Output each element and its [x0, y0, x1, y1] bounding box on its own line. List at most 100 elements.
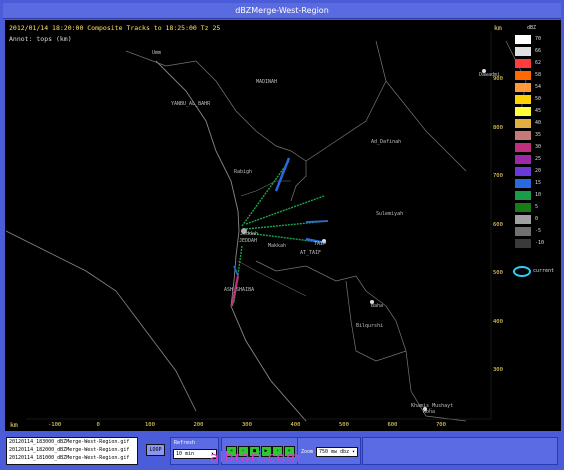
y-axis-label: 600 — [493, 221, 503, 228]
place-label: Abha — [423, 409, 436, 415]
legend-value: 15 — [535, 180, 542, 186]
legend-row: 40 — [513, 119, 551, 128]
legend-value: -5 — [535, 228, 542, 234]
legend-current-label: current — [533, 268, 555, 274]
place-label: Baha — [371, 303, 384, 309]
legend-value: 20 — [535, 168, 542, 174]
legend-row: 66 — [513, 47, 551, 56]
storm-track — [274, 157, 291, 192]
legend-swatch — [515, 167, 531, 176]
legend-row: 35 — [513, 131, 551, 140]
y-axis-label: 700 — [493, 173, 503, 179]
file-item[interactable]: 20120114_182000_dBZMerge-West-Region.gif — [7, 446, 137, 454]
window-title: dBZMerge-West-Region — [3, 3, 561, 19]
zoom-select[interactable]: 750 mw dbz ▾ — [316, 447, 358, 457]
y-axis-label: 800 — [493, 124, 503, 131]
x-axis-label: 600 — [387, 422, 398, 428]
legend-row: -5 — [513, 227, 551, 236]
place-label: JEDDAH — [239, 238, 258, 244]
legend-swatch — [515, 59, 531, 68]
legend-row: 58 — [513, 71, 551, 80]
legend-value: 10 — [535, 192, 542, 198]
x-axis-label: 300 — [242, 422, 252, 428]
legend-unit: dBZ — [527, 25, 537, 31]
file-item[interactable]: 20120114_181000_dBZMerge-West-Region.gif — [7, 454, 137, 462]
place-label: Ad_Dafinah — [371, 139, 402, 145]
place-label: Rabigh — [234, 169, 253, 175]
legend-row: 70 — [513, 35, 551, 44]
region-border — [385, 80, 467, 172]
legend-row: 50 — [513, 95, 551, 104]
chevron-down-icon: ▾ — [351, 449, 355, 455]
legend-row: 54 — [513, 83, 551, 92]
x-axis-label: 0 — [96, 422, 100, 428]
legend-swatch — [515, 35, 531, 44]
file-list[interactable]: 20120114_183000_dBZMerge-West-Region.gif… — [6, 437, 138, 465]
legend-row: 15 — [513, 179, 551, 188]
legend-row: 0 — [513, 215, 551, 224]
legend-row: 45 — [513, 107, 551, 116]
legend-value: 62 — [535, 60, 542, 66]
radar-map[interactable] — [6, 21, 560, 431]
dbz-legend: dBZ 70 66 62 58 54 50 45 40 35 30 25 20 15 10 5 0 -5 -10 … — [513, 25, 555, 286]
place-label: ASH_SHAIBA — [224, 287, 255, 293]
radar-map-panel[interactable]: 2012/01/14 18:20:00 Composite Tracks to … — [5, 20, 561, 432]
coastline-west — [6, 230, 197, 412]
legend-swatch — [515, 155, 531, 164]
legend-swatch — [515, 179, 531, 188]
legend-swatch — [515, 227, 531, 236]
legend-row: 62 — [513, 59, 551, 68]
legend-swatch — [515, 47, 531, 56]
km-unit-top: km — [494, 24, 502, 32]
legend-swatch — [515, 203, 531, 212]
place-label: Bilqurshi — [356, 323, 384, 329]
x-axis-label: 400 — [290, 422, 301, 428]
legend-value: 50 — [535, 96, 542, 102]
legend-value: 30 — [535, 144, 542, 150]
legend-value: 0 — [535, 216, 539, 222]
y-axis-label: 400 — [493, 318, 503, 325]
app-window: dBZMerge-West-Region 2012/01/14 18:20:00… — [0, 0, 564, 470]
legend-value: 40 — [535, 120, 542, 126]
loop-button[interactable]: LOOP — [146, 444, 165, 456]
legend-row: 30 — [513, 143, 551, 152]
legend-row: 20 — [513, 167, 551, 176]
legend-swatch — [515, 215, 531, 224]
coastline — [155, 60, 307, 422]
x-axis-label: -100 — [48, 422, 62, 428]
legend-swatch — [515, 131, 531, 140]
place-label: YANBU_AL_BAHR — [171, 101, 211, 107]
legend-swatch — [515, 143, 531, 152]
legend-swatch — [515, 239, 531, 248]
zoom-label: Zoom — [301, 449, 314, 455]
legend-value: 25 — [535, 156, 542, 162]
region-border — [125, 50, 307, 202]
legend-value: 58 — [535, 72, 542, 78]
legend-swatch — [515, 71, 531, 80]
place-label: Makkah — [268, 243, 287, 249]
place-label: Dawadmi — [479, 72, 501, 78]
legend-row: 5 — [513, 203, 551, 212]
place-label: AT_TAIF — [300, 250, 322, 256]
legend-value: 45 — [535, 108, 542, 114]
storm-track — [245, 195, 325, 225]
legend-value: 70 — [535, 36, 542, 42]
km-unit-bottom: km — [10, 421, 18, 429]
legend-row: 25 — [513, 155, 551, 164]
legend-swatch — [515, 107, 531, 116]
file-item[interactable]: 20120114_183000_dBZMerge-West-Region.gif — [7, 438, 137, 446]
place-label: TAIF — [314, 241, 327, 247]
current-marker-icon — [513, 266, 531, 277]
x-axis-label: 500 — [339, 422, 349, 428]
legend-value: 35 — [535, 132, 542, 138]
y-axis-label: 500 — [493, 270, 503, 276]
x-axis-label: 200 — [193, 422, 204, 428]
legend-value: 5 — [535, 204, 539, 210]
place-label: Jeddah — [240, 231, 259, 237]
legend-swatch — [515, 119, 531, 128]
legend-value: 66 — [535, 48, 542, 54]
legend-swatch — [515, 95, 531, 104]
legend-swatch — [515, 191, 531, 200]
watermark-text: albrari.com — [210, 450, 301, 466]
place-label: Umm — [152, 50, 162, 56]
